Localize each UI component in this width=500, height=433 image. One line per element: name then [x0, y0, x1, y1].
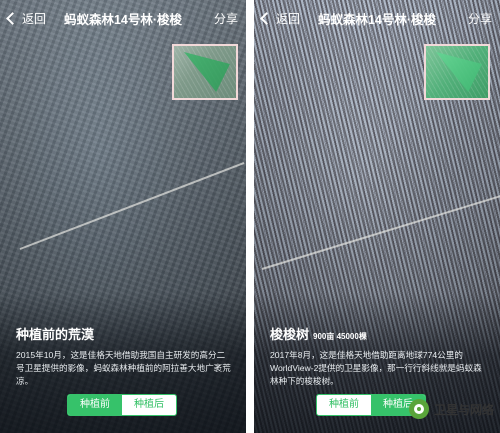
comparison-screenshot: 返回 蚂蚁森林14号林·梭梭 分享 种植前的荒漠 2015年10月，这是佳格天地…: [0, 0, 500, 433]
share-button[interactable]: 分享: [468, 10, 492, 27]
caption-subtitle: 900亩 45000棵: [313, 332, 367, 341]
before-after-toggle: 种植前 种植后: [67, 394, 177, 416]
caption-title: 梭梭树: [270, 327, 310, 342]
caption-title-row: 种植前的荒漠: [16, 324, 232, 343]
share-button[interactable]: 分享: [214, 10, 238, 27]
panel-before: 返回 蚂蚁森林14号林·梭梭 分享 种植前的荒漠 2015年10月，这是佳格天地…: [0, 0, 246, 433]
panel-after: 返回 蚂蚁森林14号林·梭梭 分享 梭梭树 900亩 45000棵 2017年8…: [254, 0, 500, 433]
forest-area-icon: [436, 52, 482, 92]
divider: [246, 0, 254, 433]
toggle-before[interactable]: 种植前: [317, 395, 371, 415]
caption-title-row: 梭梭树 900亩 45000棵: [270, 324, 486, 343]
location-thumbnail[interactable]: [424, 44, 490, 100]
location-thumbnail[interactable]: [172, 44, 238, 100]
caption: 梭梭树 900亩 45000棵 2017年8月，这是佳格天地借助距离地球774公…: [270, 324, 486, 388]
caption-text: 2015年10月，这是佳格天地借助我国自主研发的高分二号卫星提供的影像，蚂蚁森林…: [16, 350, 231, 386]
page-title: 蚂蚁森林14号林·梭梭: [63, 13, 183, 27]
nav-bar: 返回 蚂蚁森林14号林·梭梭 分享: [0, 0, 246, 34]
caption: 种植前的荒漠 2015年10月，这是佳格天地借助我国自主研发的高分二号卫星提供的…: [16, 324, 232, 388]
caption-title: 种植前的荒漠: [16, 327, 95, 342]
toggle-after[interactable]: 种植后: [122, 395, 176, 415]
wechat-logo-icon: [408, 399, 429, 419]
nav-bar: 返回 蚂蚁森林14号林·梭梭 分享: [254, 0, 500, 34]
watermark: 卫星与网络: [408, 399, 494, 419]
toggle-before[interactable]: 种植前: [68, 395, 122, 415]
page-title: 蚂蚁森林14号林·梭梭: [317, 13, 437, 27]
watermark-text: 卫星与网络: [433, 402, 494, 417]
forest-area-icon: [184, 52, 230, 92]
caption-text: 2017年8月，这是佳格天地借助距离地球774公里的WorldView-2提供的…: [270, 350, 482, 386]
